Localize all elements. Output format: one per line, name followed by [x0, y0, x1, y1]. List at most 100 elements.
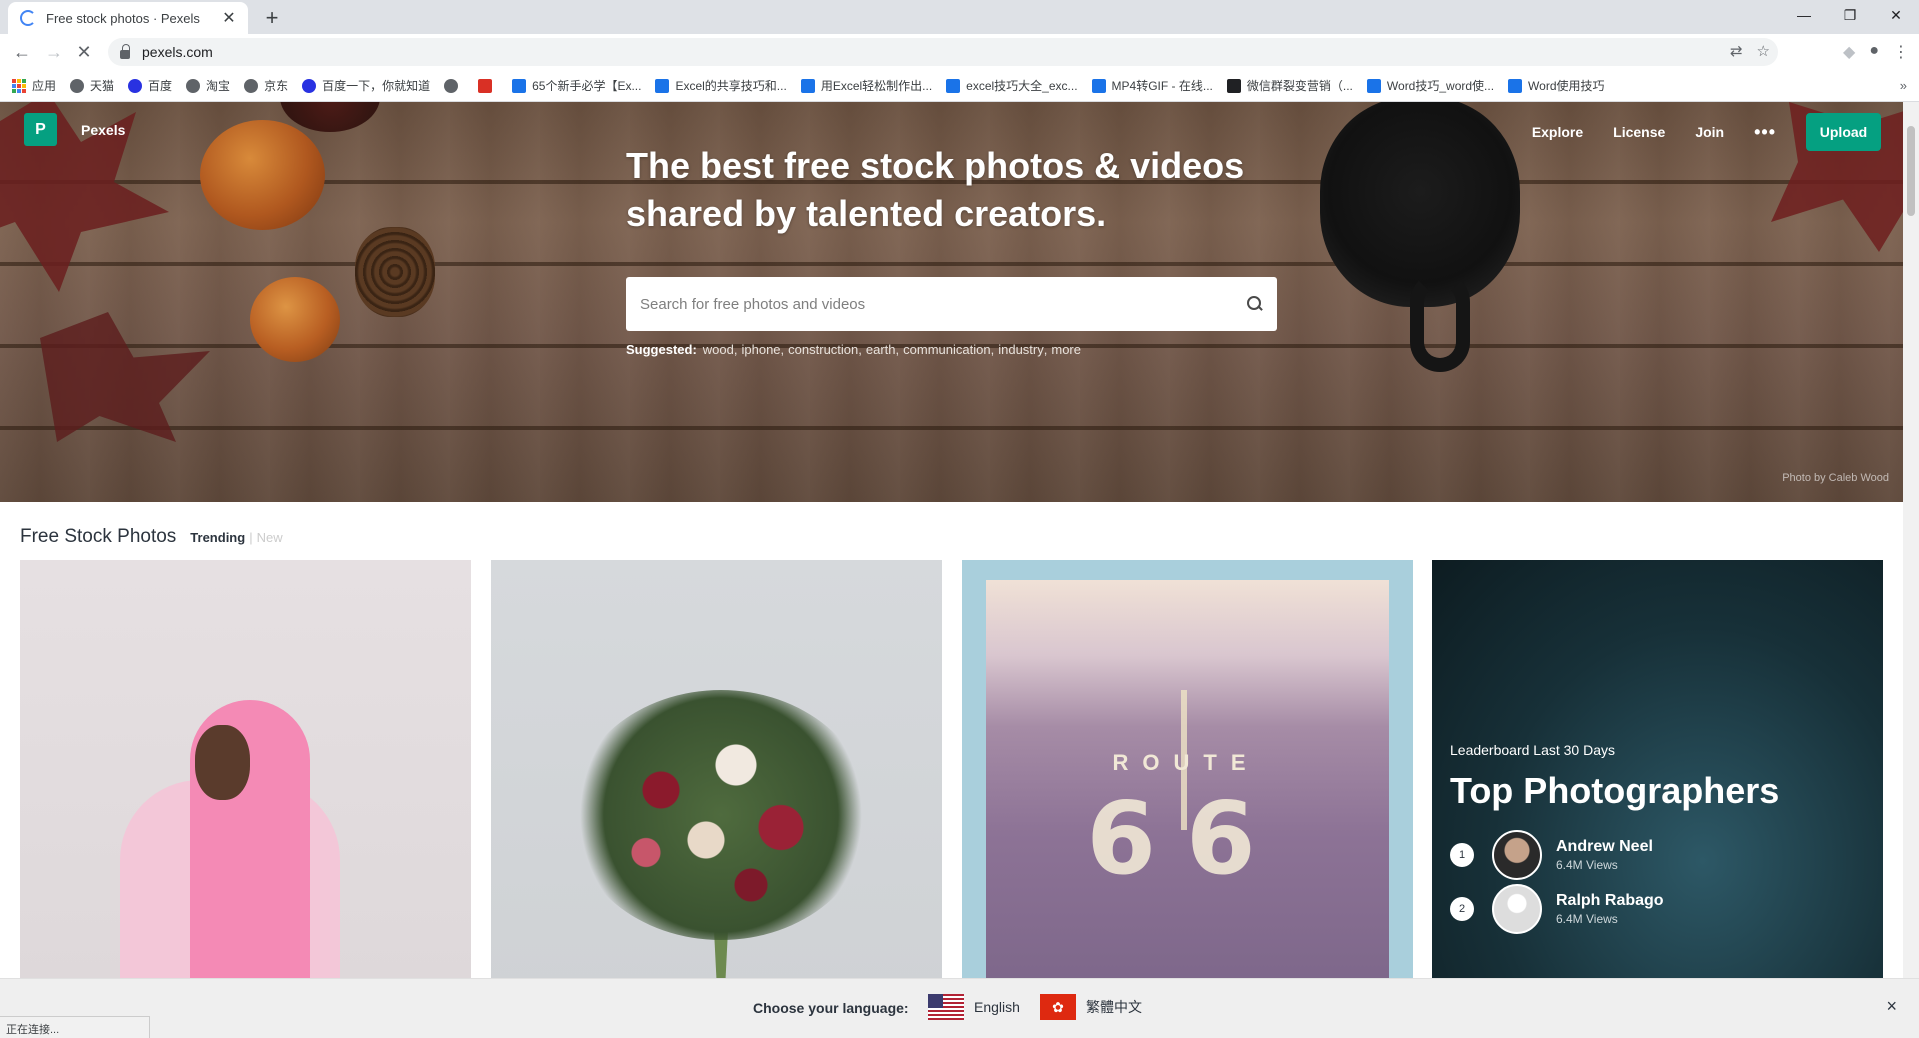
search-icon[interactable]	[1247, 296, 1263, 312]
leaderboard-row[interactable]: 1 Andrew Neel 6.4M Views	[1450, 830, 1653, 880]
photographer-name[interactable]: Ralph Rabago	[1556, 892, 1664, 910]
photo-subject	[195, 725, 250, 800]
browser-tabbar: Free stock photos · Pexels ✕ + — ❐ ✕	[0, 0, 1919, 34]
nav-join[interactable]: Join	[1695, 124, 1724, 140]
page-viewport: P Pexels Explore License Join ••• Upload…	[0, 102, 1903, 978]
bookmark-item[interactable]	[478, 78, 498, 93]
bookmark-item[interactable]: 应用	[12, 77, 56, 94]
suggested-label: Suggested:	[626, 342, 697, 357]
nav-explore[interactable]: Explore	[1532, 124, 1583, 140]
scroll-thumb[interactable]	[1907, 126, 1915, 216]
leaderboard-title: Top Photographers	[1450, 770, 1780, 811]
suggested-tag[interactable]: iphone	[742, 342, 781, 357]
bookmark-item[interactable]: 京东	[244, 77, 288, 94]
bookmark-icon	[1091, 78, 1106, 93]
bookmark-item[interactable]: 用Excel轻松制作出...	[800, 77, 933, 94]
suggested-tag[interactable]: construction	[788, 342, 858, 357]
logo-mark: P	[24, 113, 57, 146]
photo-credit[interactable]: Photo by Caleb Wood	[1782, 472, 1889, 484]
stop-loading-icon[interactable]: ✕	[72, 40, 96, 64]
extension-icon[interactable]: ◆	[1843, 42, 1855, 62]
close-language-bar-icon[interactable]: ×	[1886, 996, 1897, 1017]
address-bar[interactable]: pexels.com ⇄ ☆	[108, 38, 1778, 66]
apps-icon	[12, 78, 26, 93]
upload-button[interactable]: Upload	[1806, 113, 1881, 151]
bookmark-item[interactable]: MP4转GIF - 在线...	[1091, 77, 1213, 94]
leaderboard-subtitle: Leaderboard Last 30 Days	[1450, 742, 1615, 758]
bookmark-item[interactable]: Excel的共享技巧和...	[655, 77, 787, 94]
status-bar: 正在连接...	[0, 1016, 150, 1038]
language-option-label: English	[974, 999, 1020, 1015]
search-input[interactable]	[640, 295, 1247, 313]
bookmark-label: Word使用技巧	[1528, 79, 1605, 93]
back-icon[interactable]: ←	[10, 40, 34, 64]
avatar[interactable]	[1492, 830, 1542, 880]
bookmarks-bar: 应用 天猫 百度 淘宝 京东 百度一下，你就知道 65个新手必学【Ex... Excel的共享…	[0, 70, 1919, 102]
translate-icon[interactable]: ⇄	[1730, 42, 1743, 60]
bookmark-label: 用Excel轻松制作出...	[820, 79, 933, 93]
bookmark-item[interactable]	[444, 78, 464, 93]
bookmark-label: 微信群裂变营销（...	[1246, 79, 1353, 93]
photographer-name[interactable]: Andrew Neel	[1556, 838, 1653, 856]
photo-card[interactable]: ROUTE 66	[962, 560, 1413, 978]
minimize-icon[interactable]: —	[1781, 0, 1827, 30]
forward-icon[interactable]: →	[42, 40, 66, 64]
bookmark-label: 京东	[264, 79, 289, 93]
bookmark-item[interactable]: 百度	[128, 77, 172, 94]
restore-icon[interactable]: ❐	[1827, 0, 1873, 30]
bookmark-item[interactable]: Word使用技巧	[1508, 77, 1605, 94]
globe-icon	[244, 78, 259, 93]
lock-icon	[120, 43, 130, 59]
route-sign-text: ROUTE	[1112, 750, 1260, 775]
tab-new[interactable]: New	[257, 530, 283, 545]
bookmarks-overflow-icon[interactable]: »	[1900, 78, 1907, 93]
suggested-tag[interactable]: wood	[703, 342, 734, 357]
suggested-tag[interactable]: industry	[998, 342, 1044, 357]
bookmark-item[interactable]: 百度一下，你就知道	[302, 77, 430, 94]
section-title: Free Stock Photos	[20, 526, 177, 547]
window-controls: — ❐ ✕	[1781, 0, 1919, 30]
suggested-tag[interactable]: earth	[866, 342, 896, 357]
suggested-tag[interactable]: communication	[903, 342, 990, 357]
nav-license[interactable]: License	[1613, 124, 1665, 140]
loading-icon	[20, 10, 36, 26]
bookmark-item[interactable]: 天猫	[70, 77, 114, 94]
url-text: pexels.com	[142, 44, 213, 60]
decor-leaf	[40, 312, 210, 442]
leaderboard-card[interactable]: Leaderboard Last 30 Days Top Photographe…	[1432, 560, 1883, 978]
language-option-english[interactable]: English	[928, 994, 1020, 1020]
bookmark-icon	[946, 78, 961, 93]
pexels-logo[interactable]: P Pexels	[24, 113, 125, 146]
bookmark-label: 百度一下，你就知道	[322, 79, 431, 93]
tab-close-icon[interactable]: ✕	[220, 8, 238, 28]
page-scrollbar[interactable]	[1903, 102, 1919, 978]
leaderboard-row[interactable]: 2 Ralph Rabago 6.4M Views	[1450, 884, 1664, 934]
new-tab-icon[interactable]: +	[260, 5, 284, 31]
browser-tab[interactable]: Free stock photos · Pexels ✕	[8, 2, 248, 34]
bookmark-item[interactable]: 微信群裂变营销（...	[1226, 77, 1353, 94]
suggested-more-link[interactable]: more	[1051, 342, 1081, 357]
bookmark-label: excel技巧大全_exc...	[966, 79, 1078, 93]
close-window-icon[interactable]: ✕	[1873, 0, 1919, 30]
photo-card[interactable]	[491, 560, 942, 978]
bookmark-star-icon[interactable]: ☆	[1757, 42, 1770, 60]
more-icon[interactable]: •••	[1754, 122, 1776, 143]
suggested-tags: Suggested: wood, iphone, construction, e…	[626, 342, 1081, 357]
route-sign-number: 66	[1086, 780, 1286, 897]
avatar[interactable]	[1492, 884, 1542, 934]
tab-trending[interactable]: Trending	[190, 530, 245, 545]
bookmark-item[interactable]: Word技巧_word使...	[1366, 77, 1494, 94]
decor-mug-handle	[1410, 272, 1470, 372]
bookmark-item[interactable]: 淘宝	[186, 77, 230, 94]
brand-name: Pexels	[81, 121, 126, 138]
bookmark-label: 65个新手必学【Ex...	[532, 79, 642, 93]
globe-icon	[444, 78, 459, 93]
bookmark-label: 应用	[32, 79, 57, 93]
photo-card[interactable]	[20, 560, 471, 978]
baidu-icon	[128, 78, 143, 93]
menu-icon[interactable]: ⋮	[1893, 42, 1909, 62]
profile-icon[interactable]: ●	[1869, 42, 1879, 62]
language-option-traditional-chinese[interactable]: ✿ 繁體中文	[1040, 994, 1142, 1020]
bookmark-item[interactable]: 65个新手必学【Ex...	[512, 77, 641, 94]
bookmark-item[interactable]: excel技巧大全_exc...	[946, 77, 1078, 94]
